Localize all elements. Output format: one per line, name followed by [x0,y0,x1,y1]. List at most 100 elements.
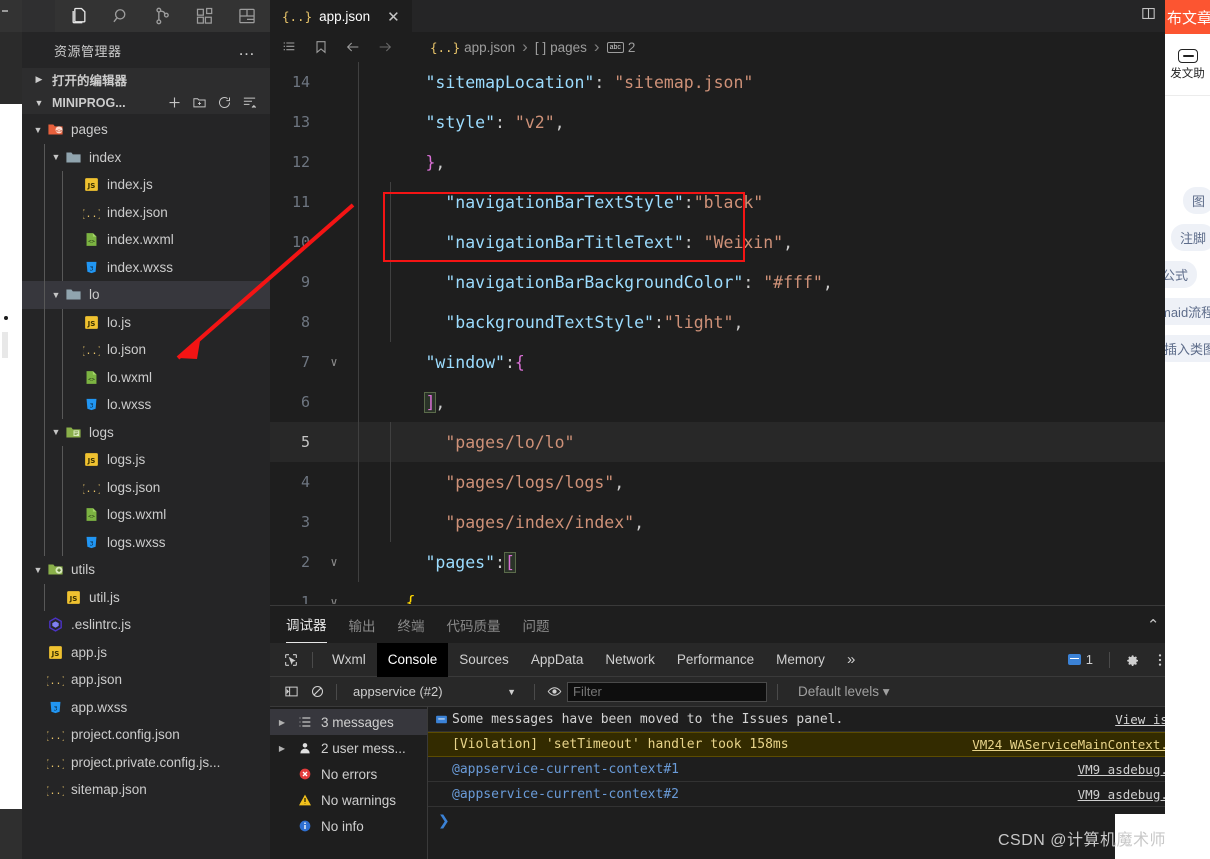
live-expression-icon[interactable] [541,681,567,703]
tree-file-.eslintrc.js[interactable]: .eslintrc.js [22,611,270,639]
tree-file-logs.json[interactable]: {..} logs.json [22,473,270,501]
fold-toggle-icon[interactable]: ∨ [322,595,346,604]
console-summary-info[interactable]: No info [270,813,427,839]
tree-file-lo.js[interactable]: JS lo.js [22,308,270,336]
code-line-11[interactable]: 11 "navigationBarTextStyle":"black" [270,182,1210,222]
code-line-8[interactable]: 8 "backgroundTextStyle":"light", [270,302,1210,342]
code-editor[interactable]: 14 "sitemapLocation": "sitemap.json" 13 "… [270,62,1210,604]
console-filter-input[interactable] [567,681,767,702]
devtools-tab-Sources[interactable]: Sources [448,643,520,677]
devtools-tab-Performance[interactable]: Performance [666,643,765,677]
issue-badge[interactable]: 1 [1067,652,1093,667]
code-line-9[interactable]: 9 "navigationBarBackgroundColor": "#fff"… [270,262,1210,302]
tree-file-lo.wxml[interactable]: <> lo.wxml [22,363,270,391]
toolbar-chip-3[interactable]: maid流程 [1165,298,1210,325]
devtools-tab-AppData[interactable]: AppData [520,643,595,677]
devtools-tab-Network[interactable]: Network [594,643,666,677]
code-line-5[interactable]: 5 "pages/lo/lo" [270,422,1210,462]
console-log-row[interactable]: @appservice-current-context#1 VM9 asdebug… [428,757,1210,782]
panel-tab-终端[interactable]: 终端 [398,606,425,643]
clear-console-icon[interactable] [304,681,330,703]
console-levels-select[interactable]: Default levels ▾ [798,684,890,700]
chevron-down-icon[interactable]: ▼ [30,125,46,135]
devtools-tab-»[interactable]: » [836,643,866,677]
toolbar-chip-2[interactable]: 公式 [1165,261,1198,288]
tree-folder-index[interactable]: ▼ index [22,143,270,171]
forward-arrow-icon[interactable] [376,38,394,56]
chevron-down-icon[interactable]: ▼ [48,427,64,437]
chevron-down-icon[interactable]: ▼ [30,565,46,575]
panel-tab-问题[interactable]: 问题 [523,606,550,643]
tree-file-index.json[interactable]: {..} index.json [22,198,270,226]
tree-file-index.wxss[interactable]: 3 index.wxss [22,253,270,281]
tree-folder-utils[interactable]: ▼ utils [22,556,270,584]
code-line-12[interactable]: 12 }, [270,142,1210,182]
tree-file-sitemap.json[interactable]: {..} sitemap.json [22,776,270,804]
tree-file-project.config.json[interactable]: {..} project.config.json [22,721,270,749]
code-line-13[interactable]: 13 "style": "v2", [270,102,1210,142]
code-line-14[interactable]: 14 "sitemapLocation": "sitemap.json" [270,62,1210,102]
tree-file-app.json[interactable]: {..} app.json [22,666,270,694]
tree-file-index.wxml[interactable]: <> index.wxml [22,226,270,254]
collapse-all-icon[interactable] [241,94,258,111]
tree-file-logs.wxml[interactable]: <> logs.wxml [22,501,270,529]
extensions-icon[interactable] [195,5,215,27]
code-line-2[interactable]: 2 ∨ "pages":[ [270,542,1210,582]
explorer-icon[interactable] [69,5,89,27]
code-line-6[interactable]: 6 ], [270,382,1210,422]
publish-assistant-button[interactable]: 发文助 [1165,34,1210,96]
breadcrumb-item-index[interactable]: 2 [628,40,636,55]
chevron-down-icon[interactable]: ▼ [48,152,64,162]
code-line-4[interactable]: 4 "pages/logs/logs", [270,462,1210,502]
devtools-tab-Memory[interactable]: Memory [765,643,836,677]
toolbar-chip-1[interactable]: 注脚 [1171,224,1210,251]
back-arrow-icon[interactable] [344,38,362,56]
console-log-row[interactable]: [Violation] 'setTimeout' handler took 15… [428,732,1210,757]
tree-file-lo.wxss[interactable]: 3 lo.wxss [22,391,270,419]
panel-tab-输出[interactable]: 输出 [349,606,376,643]
devtools-tab-Console[interactable]: Console [376,642,449,677]
outline-icon[interactable] [280,38,298,56]
tree-folder-logs[interactable]: ▼ logs [22,418,270,446]
tree-file-lo.json[interactable]: {..} lo.json [22,336,270,364]
console-context-select[interactable]: appservice (#2) ▼ [343,684,528,699]
console-summary-warning[interactable]: No warnings [270,787,427,813]
fold-toggle-icon[interactable]: ∨ [322,555,346,569]
source-control-icon[interactable] [153,5,173,27]
panel-tab-调试器[interactable]: 调试器 [286,606,327,643]
tree-folder-pages[interactable]: ▼ <> pages [22,116,270,144]
breadcrumb-item-pages[interactable]: pages [550,40,587,55]
tree-file-project.private.config.js...[interactable]: {..} project.private.config.js... [22,749,270,777]
fold-toggle-icon[interactable]: ∨ [322,355,346,369]
tree-file-util.js[interactable]: JS util.js [22,583,270,611]
tree-file-app.js[interactable]: JS app.js [22,639,270,667]
breadcrumb-item-file[interactable]: app.json [464,40,515,55]
close-icon[interactable]: ✕ [387,8,400,26]
chevron-up-icon[interactable]: ⌃ [1147,616,1160,634]
tree-file-logs.wxss[interactable]: 3 logs.wxss [22,528,270,556]
toggle-console-sidebar-icon[interactable] [278,681,304,703]
new-file-icon[interactable] [166,94,183,111]
console-log-row[interactable]: Some messages have been moved to the Iss… [428,707,1210,732]
bookmark-icon[interactable] [312,38,330,56]
panel-tab-代码质量[interactable]: 代码质量 [447,606,501,643]
chevron-down-icon[interactable]: ▼ [48,290,64,300]
editor-tab-app-json[interactable]: {..} app.json ✕ [270,0,412,32]
code-line-1[interactable]: 1 ∨ { [270,582,1210,605]
tree-folder-lo[interactable]: ▼ lo [22,281,270,309]
search-icon[interactable] [111,5,131,27]
layout-icon[interactable] [237,5,257,27]
console-summary-user[interactable]: ▶ 2 user mess... [270,735,427,761]
tree-file-index.js[interactable]: JS index.js [22,171,270,199]
open-editors-section[interactable]: ▶ 打开的编辑器 [22,68,270,91]
code-line-10[interactable]: 10 "navigationBarTitleText": "Weixin", [270,222,1210,262]
project-section[interactable]: ▼ MINIPROG... [22,91,270,114]
code-line-3[interactable]: 3 "pages/index/index", [270,502,1210,542]
explorer-more-icon[interactable]: … [238,41,256,58]
publish-article-button[interactable]: 布文章 [1165,0,1210,34]
toolbar-chip-0[interactable]: 图 [1183,187,1210,214]
refresh-icon[interactable] [216,94,233,111]
console-summary-list[interactable]: ▶ 3 messages [270,709,427,735]
inspect-element-icon[interactable] [278,648,304,672]
code-line-7[interactable]: 7 ∨ "window":{ [270,342,1210,382]
